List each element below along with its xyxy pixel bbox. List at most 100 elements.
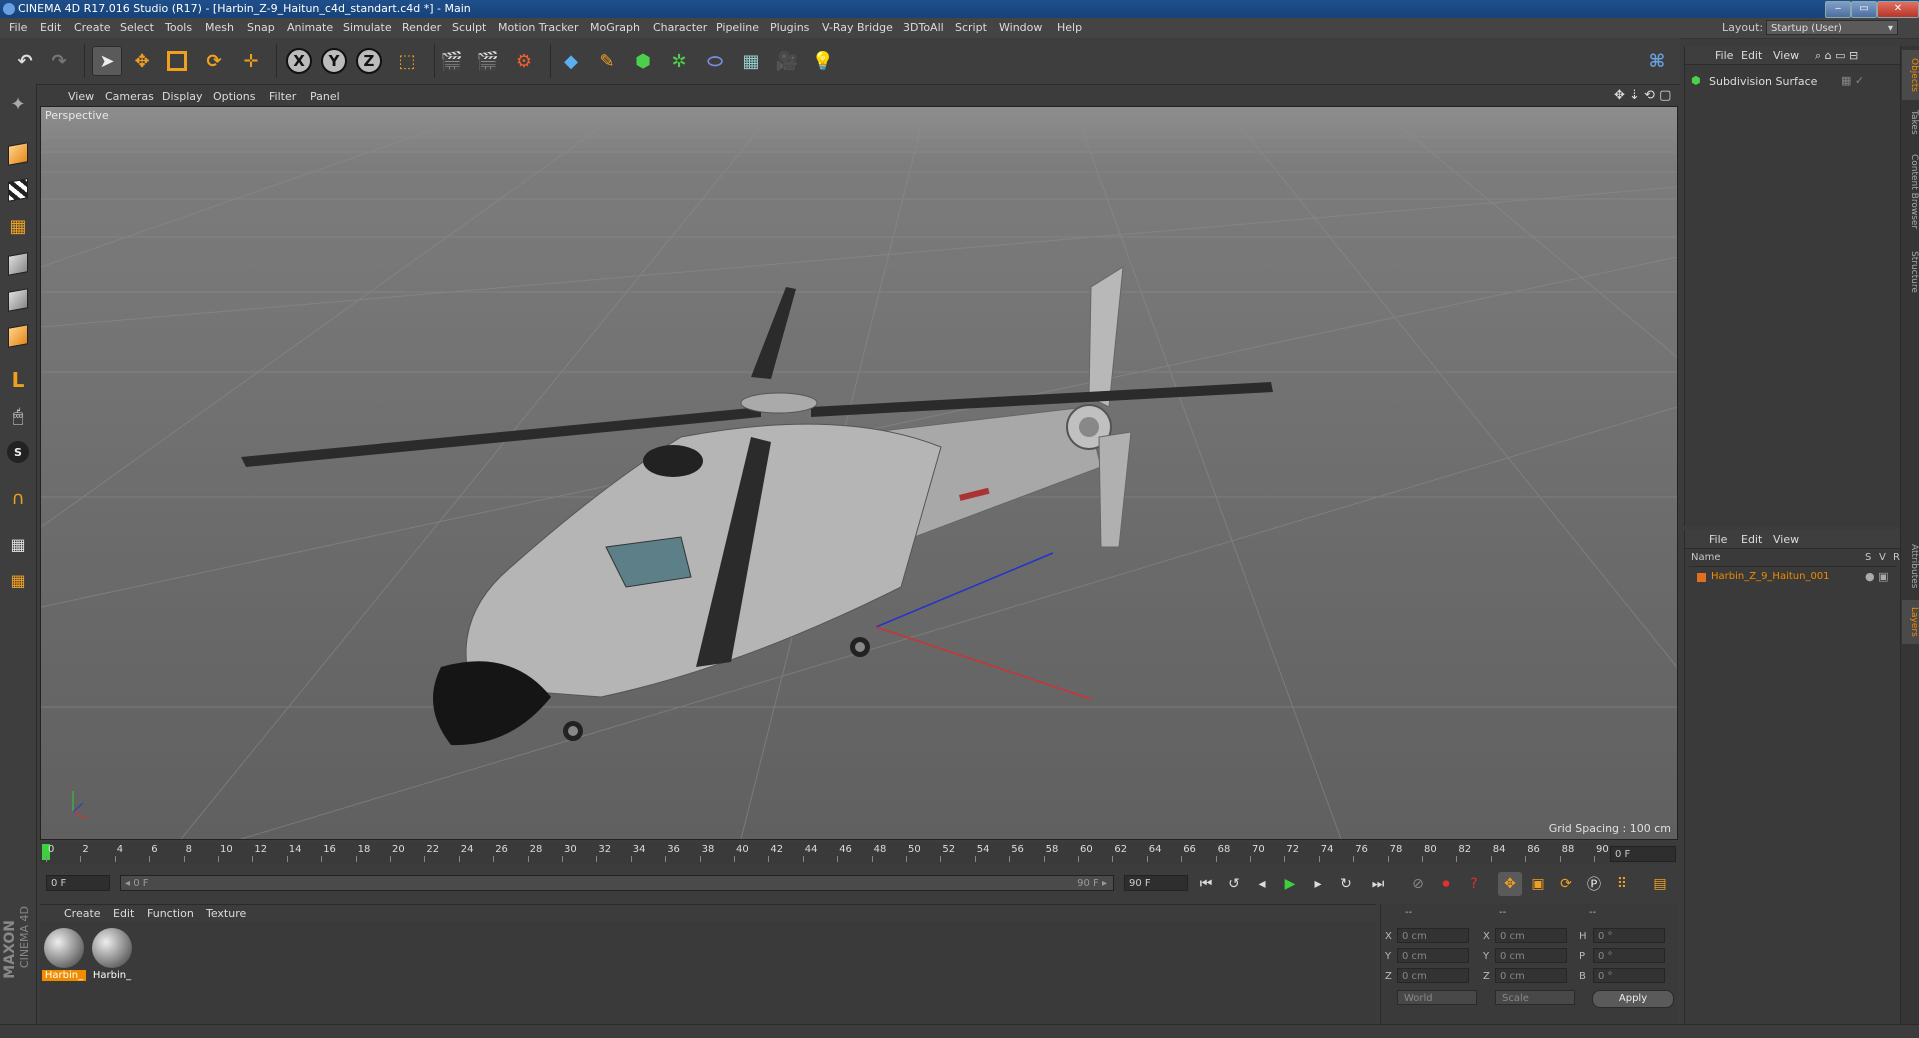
menu-render[interactable]: Render xyxy=(402,21,441,34)
deformer-icon[interactable]: ⬭ xyxy=(700,46,730,76)
keyframe-selection-icon[interactable]: ? xyxy=(1462,872,1486,896)
tab-objects[interactable]: Objects xyxy=(1902,50,1919,100)
menu-window[interactable]: Window xyxy=(999,21,1042,34)
menu-animate[interactable]: Animate xyxy=(287,21,333,34)
material-menu-function[interactable]: Function xyxy=(147,907,194,920)
live-selection-icon[interactable]: ➤ xyxy=(92,46,122,76)
viewport-menu-display[interactable]: Display xyxy=(162,90,203,103)
locked-workplane-icon[interactable]: ▦ xyxy=(4,566,32,594)
objects-search-icon[interactable]: ⌕ ⌂ ▭ ⊟ xyxy=(1815,49,1858,63)
axis-mode-icon[interactable]: L xyxy=(4,366,32,394)
size-mode-select[interactable]: Scale xyxy=(1495,990,1575,1005)
tweak-mode-icon[interactable]: 🖱 xyxy=(4,402,32,430)
tab-layers[interactable]: Layers xyxy=(1902,600,1919,644)
key-parameter-icon[interactable]: Ⓟ xyxy=(1582,872,1606,896)
start-frame-field[interactable]: 0 F xyxy=(46,875,110,891)
menu-pipeline[interactable]: Pipeline xyxy=(716,21,759,34)
material-menu-texture[interactable]: Texture xyxy=(206,907,246,920)
workplane-icon[interactable]: ▦ xyxy=(4,212,32,240)
tab-attributes[interactable]: Attributes xyxy=(1902,536,1919,596)
layer-status-icon[interactable]: ● ▣ xyxy=(1865,570,1889,583)
material-swatch[interactable]: Harbin_ xyxy=(90,926,134,982)
object-tags-icon[interactable]: ▦ ✓ xyxy=(1841,74,1864,87)
x-axis-icon[interactable]: X xyxy=(284,46,314,76)
rotation-b-field[interactable]: 0 ° xyxy=(1593,968,1665,983)
polygons-mode-icon[interactable] xyxy=(4,322,32,350)
menu-simulate[interactable]: Simulate xyxy=(343,21,392,34)
menu-tools[interactable]: Tools xyxy=(165,21,192,34)
menu-plugins[interactable]: Plugins xyxy=(770,21,809,34)
light-icon[interactable]: 💡 xyxy=(808,46,838,76)
objects-menu-file[interactable]: File xyxy=(1715,49,1733,62)
record-keys-icon[interactable]: ⊘ xyxy=(1406,872,1430,896)
menu-select[interactable]: Select xyxy=(120,21,154,34)
spline-pen-icon[interactable]: ✎ xyxy=(592,46,622,76)
end-frame-field[interactable]: 90 F xyxy=(1124,875,1188,891)
key-position-icon[interactable]: ✥ xyxy=(1498,872,1522,896)
helicopter-model[interactable] xyxy=(241,266,1273,746)
make-editable-icon[interactable]: ✦ xyxy=(4,90,32,118)
menu-mesh[interactable]: Mesh xyxy=(205,21,234,34)
material-menu-create[interactable]: Create xyxy=(64,907,101,920)
perspective-viewport[interactable]: Perspective Grid Spacing: 100 cm xyxy=(40,106,1678,840)
model-mode-icon[interactable] xyxy=(4,140,32,168)
menu-script[interactable]: Script xyxy=(955,21,987,34)
next-frame-icon[interactable]: ▸ xyxy=(1306,872,1330,896)
render-picture-viewer-icon[interactable]: 🎬 xyxy=(473,46,503,76)
y-axis-icon[interactable]: Y xyxy=(319,46,349,76)
previous-key-icon[interactable]: ↺ xyxy=(1222,872,1246,896)
go-to-start-icon[interactable]: ⏮ xyxy=(1194,872,1218,896)
menu-mograph[interactable]: MoGraph xyxy=(590,21,640,34)
z-axis-icon[interactable]: Z xyxy=(354,46,384,76)
coordinate-system-icon[interactable]: ⬚ xyxy=(392,46,422,76)
key-point-level-icon[interactable]: ⠿ xyxy=(1610,872,1634,896)
minimize-button[interactable]: ‒ xyxy=(1825,1,1851,18)
key-scale-icon[interactable]: ▣ xyxy=(1526,872,1550,896)
timeline-ruler[interactable]: 0 2 4 6 8 10 12 14 16 18 20 22 24 26 28 30 32 34 36 38 40 42 4… xyxy=(40,842,1676,864)
layers-menu-edit[interactable]: Edit xyxy=(1741,533,1762,546)
render-view-icon[interactable]: 🎬 xyxy=(437,46,467,76)
menu-vray-bridge[interactable]: V-Ray Bridge xyxy=(822,21,893,34)
subdivision-surface-icon[interactable]: ⬢ xyxy=(628,46,658,76)
viewport-navigation-icon[interactable]: ✥ ⇣ ⟲ ▢ xyxy=(1614,88,1671,103)
previous-frame-icon[interactable]: ◂ xyxy=(1250,872,1274,896)
mograph-cloner-icon[interactable]: ✲ xyxy=(664,46,694,76)
current-frame-field[interactable]: 0 F xyxy=(1610,846,1676,862)
maximize-button[interactable]: ▭ xyxy=(1851,1,1877,18)
play-forward-icon[interactable]: ▶ xyxy=(1278,872,1302,896)
next-key-icon[interactable]: ↻ xyxy=(1334,872,1358,896)
rotation-h-field[interactable]: 0 ° xyxy=(1593,928,1665,943)
viewport-menu-filter[interactable]: Filter xyxy=(269,90,296,103)
viewport-menu-options[interactable]: Options xyxy=(213,90,255,103)
material-menu-edit[interactable]: Edit xyxy=(113,907,134,920)
autokey-icon[interactable]: ⏺ xyxy=(1434,872,1458,896)
object-row[interactable]: ⬢ Subdivision Surface ▦ ✓ xyxy=(1691,74,1891,90)
menu-character[interactable]: Character xyxy=(653,21,707,34)
scale-icon[interactable] xyxy=(162,46,192,76)
apply-button[interactable]: Apply xyxy=(1592,990,1674,1008)
move-icon[interactable]: ✥ xyxy=(127,46,157,76)
menu-edit[interactable]: Edit xyxy=(40,21,61,34)
render-settings-icon[interactable]: ⚙ xyxy=(509,46,539,76)
position-z-field[interactable]: 0 cm xyxy=(1397,968,1469,983)
tab-structure[interactable]: Structure xyxy=(1902,244,1919,300)
objects-menu-edit[interactable]: Edit xyxy=(1741,49,1762,62)
size-z-field[interactable]: 0 cm xyxy=(1495,968,1567,983)
redo-icon[interactable]: ↷ xyxy=(44,46,74,76)
cube-primitive-icon[interactable]: ◆ xyxy=(556,46,586,76)
position-y-field[interactable]: 0 cm xyxy=(1397,948,1469,963)
snapping-icon[interactable]: S xyxy=(4,438,32,466)
menu-sculpt[interactable]: Sculpt xyxy=(452,21,486,34)
floor-icon[interactable]: ▦ xyxy=(736,46,766,76)
layers-menu-view[interactable]: View xyxy=(1773,533,1799,546)
viewport-menu-panel[interactable]: Panel xyxy=(310,90,340,103)
undo-icon[interactable]: ↶ xyxy=(10,46,40,76)
material-swatch[interactable]: Harbin_ xyxy=(42,926,86,982)
tab-takes[interactable]: Takes xyxy=(1902,104,1919,140)
layers-menu-file[interactable]: File xyxy=(1709,533,1727,546)
viewport-menu-cameras[interactable]: Cameras xyxy=(105,90,154,103)
points-mode-icon[interactable] xyxy=(4,250,32,278)
size-y-field[interactable]: 0 cm xyxy=(1495,948,1567,963)
objects-menu-view[interactable]: View xyxy=(1773,49,1799,62)
preview-range-slider[interactable]: ◂ 0 F 90 F ▸ xyxy=(120,875,1114,891)
